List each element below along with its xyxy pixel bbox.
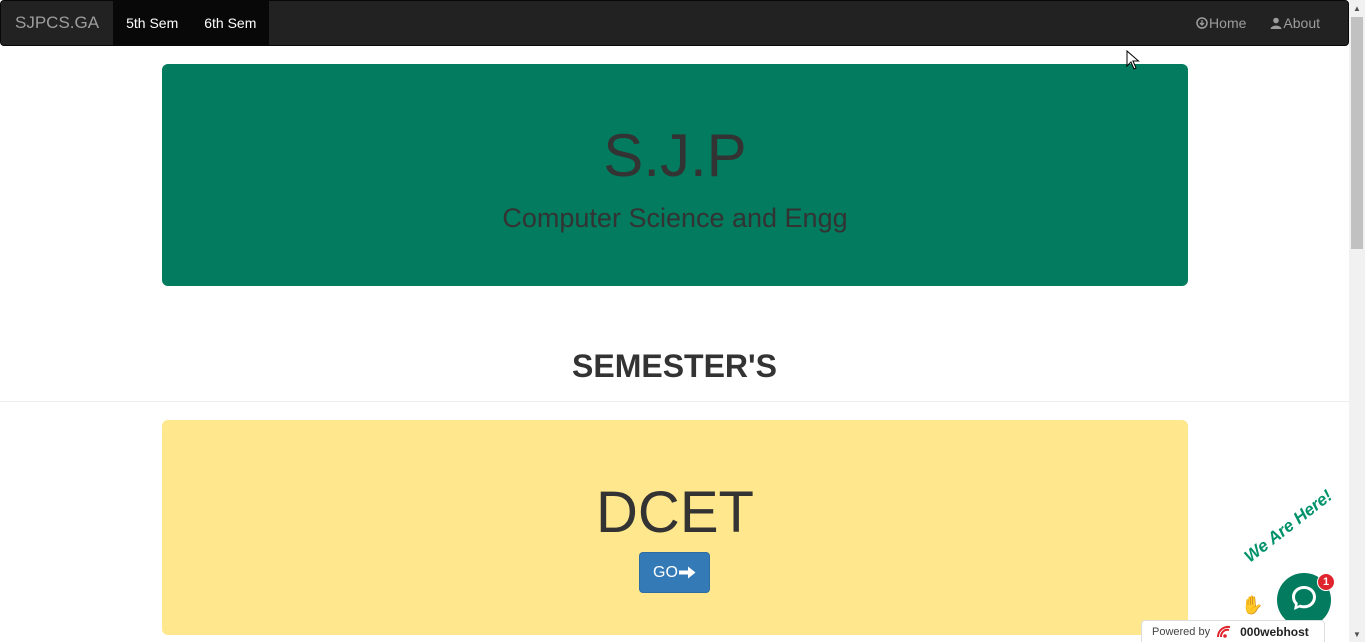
nav-right: Home About	[1184, 1, 1332, 45]
dcet-title: DCET	[596, 480, 754, 545]
scrollbar-thumb[interactable]	[1351, 17, 1363, 249]
hero-subtitle: Computer Science and Engg	[502, 203, 848, 233]
mouse-cursor-icon	[1126, 49, 1140, 75]
section-divider	[0, 401, 1349, 402]
hero-title: S.J.P	[603, 122, 747, 189]
vertical-scrollbar[interactable]: ▲ ▼	[1349, 0, 1365, 642]
chat-bubble-icon	[1289, 583, 1319, 618]
nav-6th-sem[interactable]: 6th Sem	[191, 1, 270, 45]
arrow-right-icon	[678, 566, 696, 579]
chat-notification-badge: 1	[1317, 573, 1335, 591]
go-button-label: GO	[653, 563, 678, 581]
powered-by-label: Powered by	[1152, 626, 1211, 638]
scroll-up-arrow-icon[interactable]: ▲	[1349, 0, 1365, 16]
brand-link[interactable]: SJPCS.GA	[1, 1, 113, 45]
chat-banner: We Are Here!	[1240, 486, 1336, 567]
nav-about[interactable]: About	[1258, 1, 1332, 45]
nav-about-label: About	[1283, 15, 1320, 31]
nav-home[interactable]: Home	[1184, 1, 1258, 45]
nav-left: 5th Sem 6th Sem	[113, 1, 270, 45]
download-circle-icon	[1196, 17, 1208, 29]
chat-widget: We Are Here! ✋ 1	[1235, 486, 1355, 630]
hero-jumbotron: S.J.P Computer Science and Engg	[162, 64, 1188, 286]
page: SJPCS.GA 5th Sem 6th Sem Home About S.J.…	[0, 0, 1365, 642]
webhost-name: 000webhost	[1240, 625, 1309, 639]
powered-by-badge[interactable]: Powered by 000webhost	[1141, 620, 1325, 642]
dcet-card: DCET GO	[162, 420, 1188, 635]
semesters-heading: SEMESTER'S	[572, 348, 777, 384]
navbar: SJPCS.GA 5th Sem 6th Sem Home About	[0, 0, 1349, 46]
user-icon	[1270, 17, 1282, 29]
go-button[interactable]: GO	[639, 552, 710, 593]
waving-hand-icon: ✋	[1241, 595, 1264, 615]
webhost-logo-icon	[1216, 625, 1236, 639]
nav-5th-sem[interactable]: 5th Sem	[113, 1, 192, 45]
scroll-down-arrow-icon[interactable]: ▼	[1349, 626, 1365, 642]
nav-home-label: Home	[1209, 15, 1247, 31]
